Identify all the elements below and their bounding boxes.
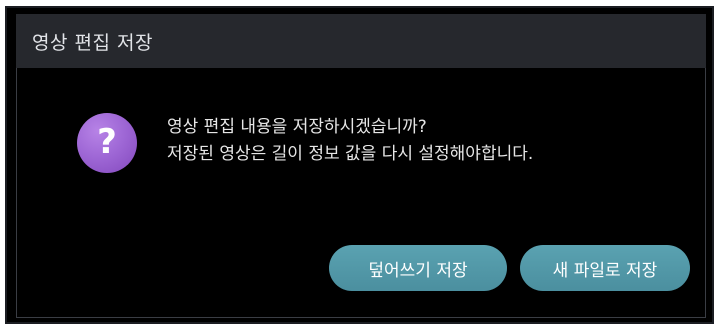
save-edit-dialog: 영상 편집 저장 ? 영상 편집 내용을 저장하시겠습니까? 저장된 영상은 길…	[5, 6, 714, 324]
message-line-1: 영상 편집 내용을 저장하시겠습니까?	[167, 117, 427, 137]
dialog-message: 영상 편집 내용을 저장하시겠습니까? 저장된 영상은 길이 정보 값을 다시 …	[167, 114, 533, 168]
dialog-titlebar: 영상 편집 저장	[16, 14, 706, 68]
dialog-content: ? 영상 편집 내용을 저장하시겠습니까? 저장된 영상은 길이 정보 값을 다…	[16, 68, 706, 318]
overwrite-save-button[interactable]: 덮어쓰기 저장	[329, 245, 507, 291]
dialog-title: 영상 편집 저장	[32, 31, 153, 54]
save-as-new-file-button[interactable]: 새 파일로 저장	[520, 245, 690, 291]
question-icon-glyph: ?	[97, 122, 117, 162]
question-icon: ?	[77, 113, 137, 173]
message-line-2: 저장된 영상은 길이 정보 값을 다시 설정해야합니다.	[167, 144, 534, 164]
